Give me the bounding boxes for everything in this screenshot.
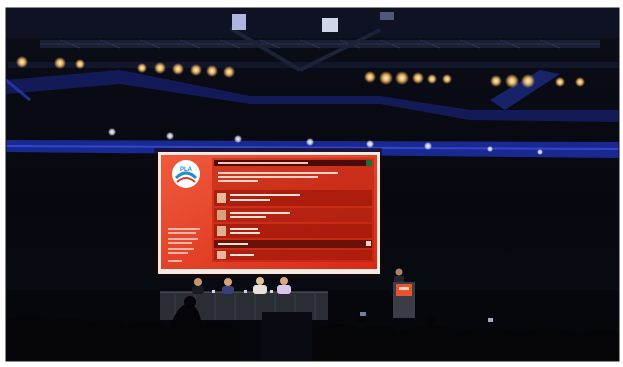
pla-logo-text: PLA: [180, 167, 193, 173]
slide-agenda-panel: [212, 158, 374, 262]
pla-logo: PLA: [172, 160, 200, 188]
projection-screen: PLA: [154, 148, 382, 278]
conference-photo: PLA: [5, 7, 620, 362]
